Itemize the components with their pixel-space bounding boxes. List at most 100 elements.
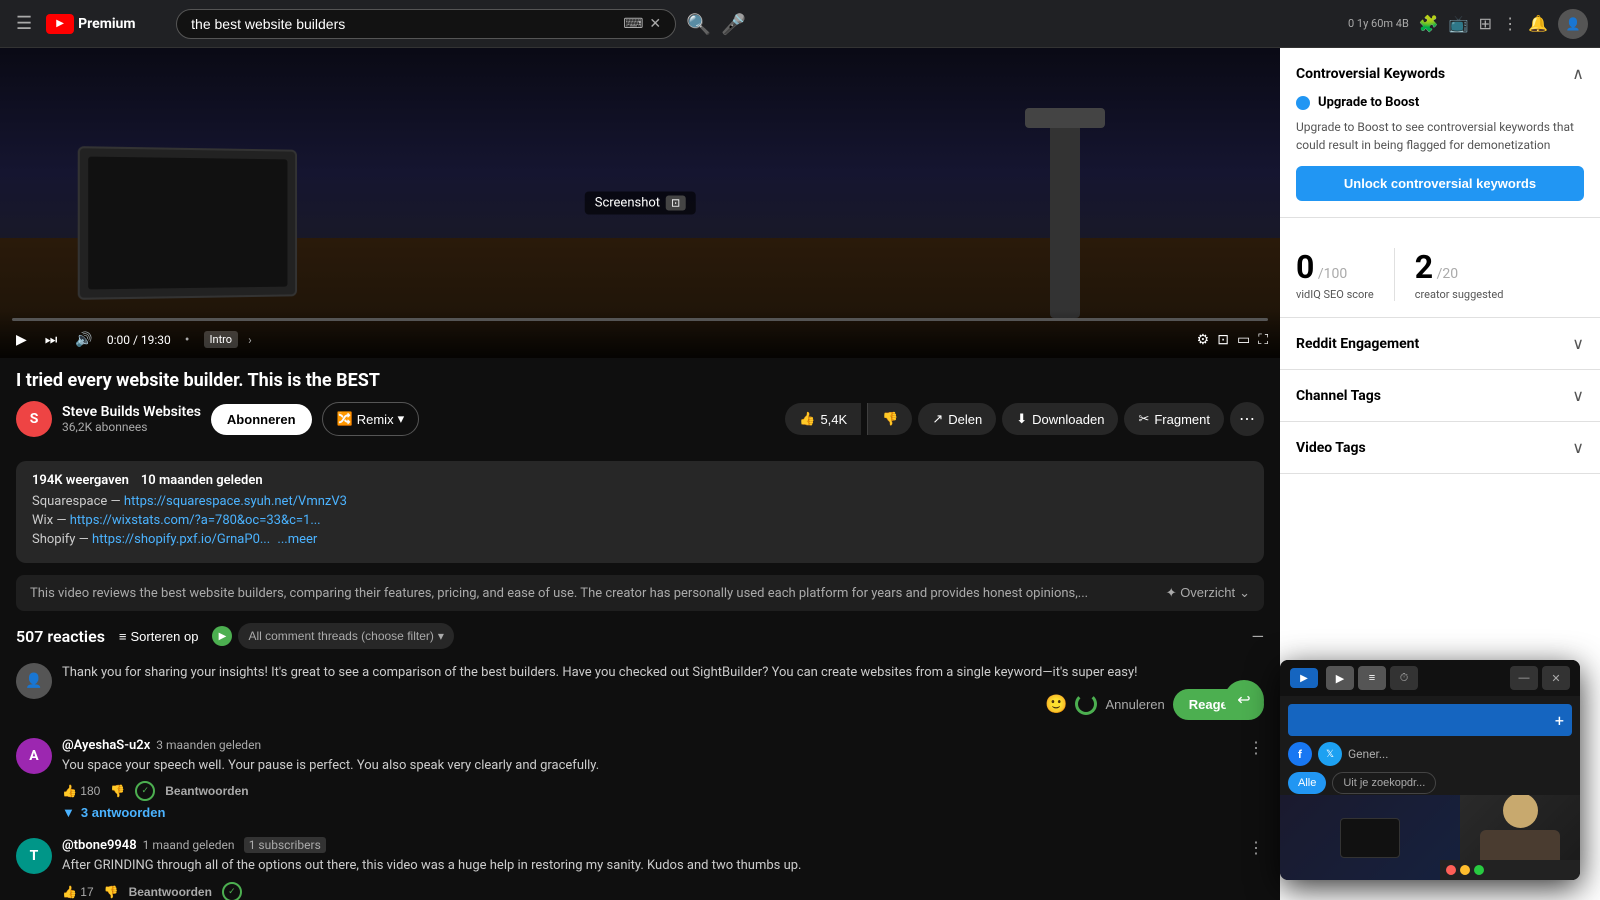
filter-dropdown-icon: ▾ [438, 629, 444, 643]
facebook-icon[interactable]: f [1288, 742, 1312, 766]
play-button[interactable]: ▶ [12, 329, 31, 350]
browser-chrome: ☰ Premium ⌨ ✕ 🔍 🎤 0 1y 60m 4B 🧩 📺 ⊞ ⋮ 🔔 … [0, 0, 1600, 48]
share-button[interactable]: ↗ Delen [918, 403, 996, 435]
wix-link[interactable]: https://wixstats.com/?a=780&oc=33&c=1... [70, 513, 321, 528]
volume-button[interactable]: 🔊 [71, 329, 96, 350]
mini-player-minimize[interactable]: — [1510, 666, 1538, 690]
creator-score-box: 2 /20 creator suggested [1415, 248, 1504, 301]
mini-player-overlay: ▶ ▶ ≡ ⏱ — ✕ + f 𝕏 Gener... Alle Uit je z… [1280, 660, 1580, 880]
desc-stats: 194K weergaven 10 maanden geleden [32, 473, 1248, 488]
subscribe-button[interactable]: Abonneren [211, 404, 312, 435]
cancel-button[interactable]: Annuleren [1105, 697, 1164, 712]
progress-bar[interactable] [12, 318, 1268, 321]
remix-icon: 🔀 [337, 411, 353, 427]
comment-body: Thank you for sharing your insights! It'… [62, 663, 1264, 720]
share-icon: ↗ [932, 411, 943, 427]
clip-button[interactable]: ✂ Fragment [1124, 403, 1224, 435]
theater-icon[interactable]: ▭ [1237, 332, 1250, 348]
replies-toggle[interactable]: ▼ 3 antwoorden [62, 805, 165, 820]
timer-label: 0 1y 60m 4B [1348, 17, 1409, 30]
mini-tab-list[interactable]: ≡ [1358, 666, 1386, 690]
comment-avatar: A [16, 738, 52, 774]
dislike-comment-button[interactable]: 👎 [104, 885, 119, 899]
bottom-icons-bar [1440, 860, 1580, 880]
minimize-traffic-light[interactable] [1460, 865, 1470, 875]
vidiq-score-box: 0 /100 vidIQ SEO score [1296, 248, 1374, 301]
filter-label: All comment threads (choose filter) [248, 629, 433, 643]
comments-collapse-icon[interactable]: — [1252, 627, 1265, 646]
mini-tab-timer[interactable]: ⏱ [1390, 666, 1418, 690]
fullscreen-icon[interactable]: ⛶ [1258, 332, 1268, 348]
collapse-icon: ∨ [1572, 438, 1584, 457]
mini-player-close[interactable]: ✕ [1542, 666, 1570, 690]
like-comment-button[interactable]: 👍 17 [62, 885, 94, 899]
clear-icon[interactable]: ✕ [649, 16, 661, 32]
like-button[interactable]: 👍 5,4K [785, 403, 861, 435]
like-comment-button[interactable]: 👍 180 [62, 784, 100, 798]
more-actions-button[interactable]: ⋯ [1230, 402, 1264, 436]
collapse-icon: ∨ [1572, 334, 1584, 353]
download-button[interactable]: ⬇ Downloaden [1002, 403, 1118, 435]
mini-tab-play[interactable]: ▶ [1326, 666, 1354, 690]
reply-button[interactable]: Beantwoorden [129, 885, 212, 899]
mini-player-content: + f 𝕏 Gener... Alle Uit je zoekopdr... [1280, 696, 1580, 802]
confirm-circle-button[interactable]: ↩ [1224, 680, 1264, 720]
remix-button[interactable]: 🔀 Remix ▾ [322, 402, 420, 436]
channel-name: Steve Builds Websites [62, 404, 201, 420]
search-bar[interactable]: ⌨ ✕ [176, 9, 676, 39]
more-options-icon[interactable]: ⋮ [1502, 14, 1518, 33]
close-traffic-light[interactable] [1446, 865, 1456, 875]
intro-badge: Intro [204, 331, 239, 348]
video-title: I tried every website builder. This is t… [16, 370, 1264, 391]
search-button[interactable]: 🔍 [686, 12, 711, 36]
remix-label: Remix [357, 412, 394, 427]
section-header[interactable]: Reddit Engagement ∨ [1296, 334, 1584, 353]
summary-text: This video reviews the best website buil… [30, 586, 1156, 601]
mini-add-icon[interactable]: + [1555, 711, 1564, 730]
score-divider [1394, 248, 1395, 301]
maximize-traffic-light[interactable] [1474, 865, 1484, 875]
user-avatar[interactable]: 👤 [1558, 9, 1588, 39]
comment-more-button[interactable]: ⋮ [1248, 838, 1264, 858]
shopify-link[interactable]: https://shopify.pxf.io/GrnaP0... [92, 532, 270, 547]
cast-icon[interactable]: 📺 [1449, 14, 1469, 33]
twitter-icon[interactable]: 𝕏 [1318, 742, 1342, 766]
comment-more-button[interactable]: ⋮ [1248, 738, 1264, 758]
desc-link-squarespace: Squarespace — https://squarespace.syuh.n… [32, 494, 1248, 509]
reageren-wrapper: Reageren ↩ [1173, 689, 1264, 720]
mini-player-top: ▶ ▶ ≡ ⏱ — ✕ [1280, 660, 1580, 696]
like-count: 5,4K [820, 412, 847, 427]
mini-video-preview [1280, 795, 1460, 880]
section-header[interactable]: Channel Tags ∨ [1296, 386, 1584, 405]
hamburger-menu-icon[interactable]: ☰ [12, 9, 36, 38]
keyboard-icon: ⌨ [623, 16, 643, 32]
mini-player-app-icon: ▶ [1290, 668, 1318, 688]
reply-button[interactable]: Beantwoorden [165, 784, 248, 798]
section-header[interactable]: Controversial Keywords ∧ [1296, 64, 1584, 83]
filter-dropdown[interactable]: All comment threads (choose filter) ▾ [238, 623, 453, 649]
mic-button[interactable]: 🎤 [721, 12, 746, 36]
bell-icon[interactable]: 🔔 [1528, 14, 1548, 33]
grid-icon[interactable]: ⊞ [1479, 14, 1492, 33]
section-header[interactable]: Video Tags ∨ [1296, 438, 1584, 457]
channel-info: Steve Builds Websites 36,2K abonnees [62, 404, 201, 434]
channel-tags-section: Channel Tags ∨ [1280, 370, 1600, 422]
sort-button[interactable]: ≡ Sorteren op [119, 629, 199, 644]
alle-filter-button[interactable]: Alle [1288, 772, 1326, 794]
zoek-filter-button[interactable]: Uit je zoekopdr... [1332, 772, 1436, 794]
mini-input-bar[interactable]: + [1288, 704, 1572, 736]
dislike-button[interactable]: 👎 [867, 403, 912, 435]
upgrade-row: Upgrade to Boost [1296, 95, 1584, 110]
dislike-comment-button[interactable]: 👎 [110, 784, 125, 798]
more-links[interactable]: ...meer [277, 532, 317, 547]
squarespace-link[interactable]: https://squarespace.syuh.net/VmnzV3 [124, 494, 347, 509]
unlock-button[interactable]: Unlock controversial keywords [1296, 166, 1584, 201]
search-input[interactable] [191, 16, 615, 32]
overzicht-button[interactable]: ✦ Overzicht ⌄ [1166, 585, 1250, 601]
settings-icon[interactable]: ⚙ [1197, 332, 1210, 348]
miniplayer-icon[interactable]: ⊡ [1217, 332, 1229, 348]
next-button[interactable]: ⏭ [41, 329, 62, 350]
emoji-button[interactable]: 🙂 [1045, 694, 1067, 715]
controversial-keywords-section: Controversial Keywords ∧ Upgrade to Boos… [1280, 48, 1600, 218]
extension-icon[interactable]: 🧩 [1419, 14, 1439, 33]
